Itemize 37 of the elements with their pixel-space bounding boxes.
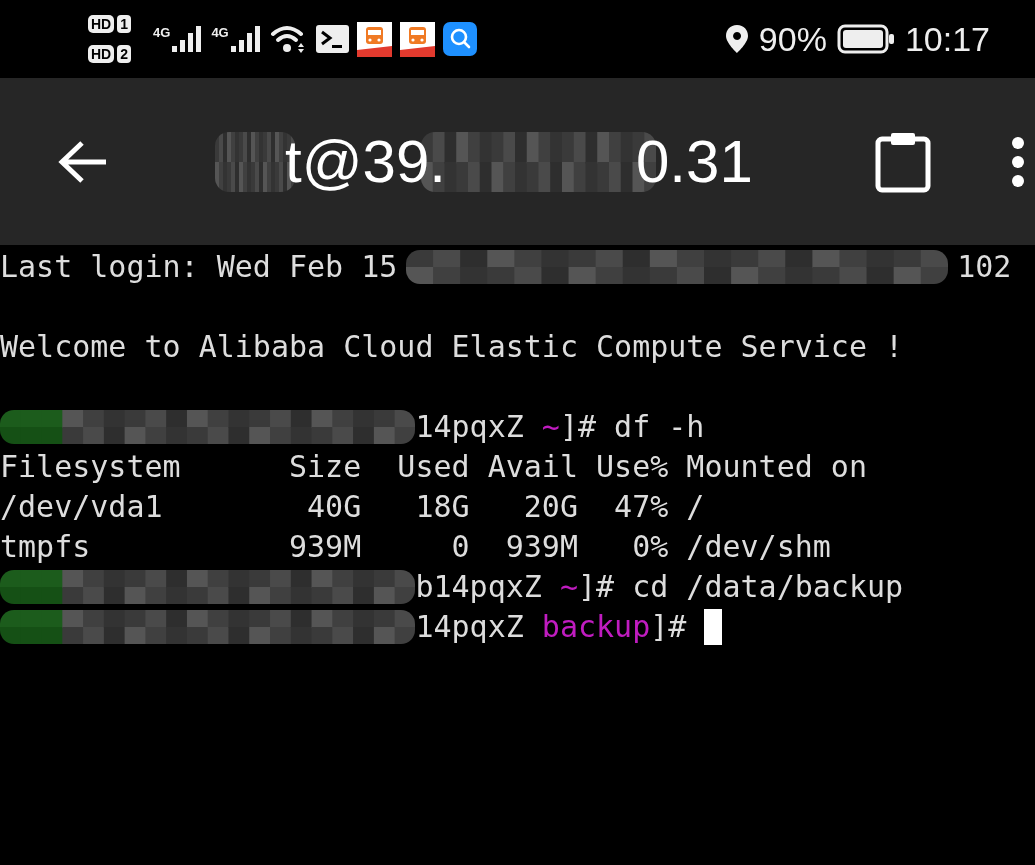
sim-slot-number: 1	[117, 15, 132, 33]
network-type: 4G	[211, 26, 229, 40]
window-title: 0.31	[636, 127, 753, 196]
terminal-text: ]# cd /data/backup	[577, 568, 904, 606]
directory-name: ~	[541, 408, 560, 446]
terminal-text: b14pqxZ	[415, 568, 543, 606]
back-arrow-icon[interactable]	[58, 139, 108, 184]
battery-percentage: 90%	[758, 19, 827, 59]
directory-name: ~	[559, 568, 578, 606]
terminal-text: /dev/vda1 40G 18G 20G 47% /	[0, 488, 705, 526]
truck-app-icon	[356, 21, 392, 57]
location-icon	[724, 24, 749, 54]
sim-label: HD	[88, 15, 115, 33]
terminal-text: Welcome to Alibaba Cloud Elastic Compute Service !	[0, 328, 904, 366]
sim-slot-number: 2	[117, 45, 132, 63]
terminal-text: tmpfs 939M 0 939M 0% /dev/shm	[0, 528, 831, 566]
battery-icon	[836, 24, 895, 54]
terminal-text: Last login: Wed Feb 15	[0, 248, 398, 286]
terminal-text: Filesystem Size Used Avail Use% Mounted on	[0, 448, 867, 486]
sim-label: HD	[88, 45, 115, 63]
directory-name: backup	[541, 608, 651, 646]
signal-icon	[229, 24, 262, 54]
terminal-text: ]#	[650, 608, 688, 646]
clock: 10:17	[904, 19, 990, 59]
clipboard-icon[interactable]	[875, 130, 931, 193]
search-app-icon	[442, 22, 477, 56]
window-title: t@39.	[285, 127, 446, 196]
terminal-text: ]# df -h	[559, 408, 705, 446]
signal-icon	[171, 24, 204, 54]
terminal-text: 14pqxZ	[415, 408, 525, 446]
menu-icon[interactable]	[1011, 135, 1025, 188]
terminal-text: 14pqxZ	[415, 608, 525, 646]
terminal-app-icon	[315, 25, 349, 53]
terminal-text: 102	[957, 248, 1012, 286]
cursor	[704, 609, 723, 645]
truck-app-icon	[399, 21, 435, 57]
network-type: 4G	[153, 26, 171, 40]
